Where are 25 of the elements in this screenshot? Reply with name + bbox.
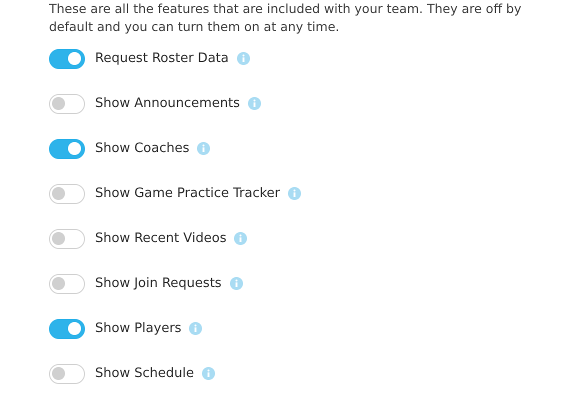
toggle-switch[interactable]	[49, 184, 85, 204]
info-icon[interactable]	[197, 142, 210, 155]
toggle-switch[interactable]	[49, 228, 85, 248]
feature-label: Show Coaches	[95, 140, 190, 158]
toggle-switch[interactable]	[49, 94, 85, 114]
toggle-switch[interactable]	[49, 138, 85, 158]
feature-label: Request Roster Data	[95, 50, 229, 68]
info-icon[interactable]	[236, 52, 250, 65]
feature-label: Show Recent Videos	[95, 230, 226, 248]
feature-label: Show Schedule	[95, 364, 194, 383]
info-icon[interactable]	[202, 367, 215, 380]
toggle-switch[interactable]	[49, 274, 85, 294]
info-icon[interactable]	[248, 97, 261, 110]
info-icon[interactable]	[234, 232, 248, 245]
feature-label: Show Announcements	[95, 94, 240, 113]
info-icon[interactable]	[230, 277, 243, 290]
description-text: These are all the features that are included with your team. They are off by default and you can turn them on at any time.	[49, 0, 522, 36]
toggle-switch[interactable]	[49, 364, 85, 384]
feature-label: Show Players	[95, 320, 182, 338]
toggle-switch[interactable]	[49, 318, 85, 338]
toggle-switch[interactable]	[49, 48, 85, 68]
info-icon[interactable]	[288, 187, 301, 200]
feature-label: Show Join Requests	[95, 274, 222, 293]
feature-label: Show Game Practice Tracker	[95, 184, 280, 203]
info-icon[interactable]	[189, 322, 202, 335]
